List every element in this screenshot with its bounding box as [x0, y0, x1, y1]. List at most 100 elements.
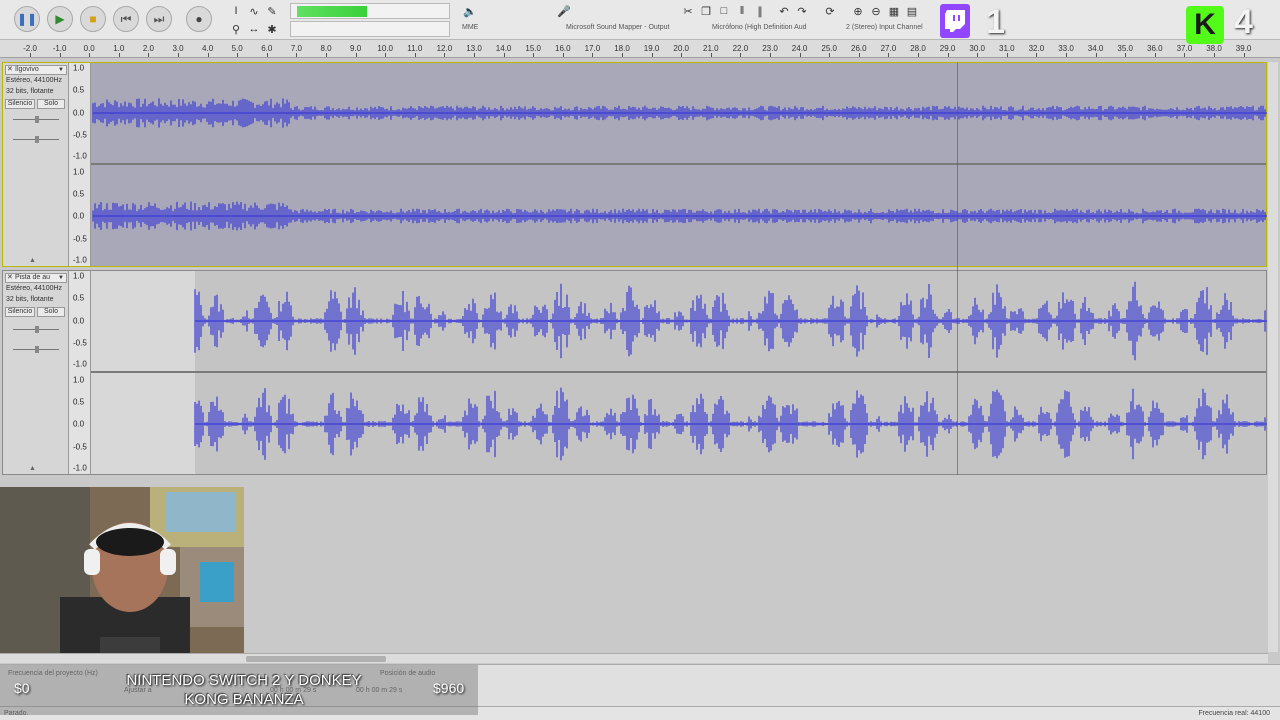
output-device-select[interactable]: Microsoft Sound Mapper - Output — [566, 24, 670, 31]
solo-button[interactable]: Solo — [37, 99, 65, 109]
ruler-tick-mark — [59, 53, 61, 57]
ruler-tick-label: 17.0 — [584, 44, 601, 53]
mic-icon: 🎤 — [557, 5, 571, 18]
timeshift-tool-icon[interactable]: ↔ — [246, 21, 262, 37]
channels-select[interactable]: 2 (Stereo) Input Channel — [846, 24, 923, 31]
ruler-tick-mark — [89, 53, 91, 57]
pan-slider[interactable] — [13, 136, 59, 143]
dropdown-arrow-icon[interactable]: ▼ — [58, 274, 64, 282]
ruler-tick-mark — [178, 53, 179, 57]
ruler-tick-label: 19.0 — [643, 44, 660, 53]
selection-tool-icon[interactable]: I — [228, 3, 244, 19]
draw-tool-icon[interactable]: ✎ — [264, 3, 280, 19]
fit-project-icon[interactable]: ▤ — [904, 3, 920, 19]
scale-label: -1.0 — [73, 463, 87, 473]
zoom-in-icon[interactable]: ⊕ — [850, 3, 866, 19]
input-device-select[interactable]: Micrófono (High Definition Aud — [712, 24, 807, 31]
ruler-tick-label: 37.0 — [1176, 44, 1193, 53]
solo-button[interactable]: Solo — [37, 307, 65, 317]
gain-knob[interactable] — [35, 326, 39, 333]
ruler-tick-mark — [296, 53, 298, 57]
record-button[interactable]: ● — [186, 6, 212, 32]
playback-meter[interactable] — [290, 21, 450, 37]
copy-icon[interactable]: ❐ — [698, 3, 714, 19]
twitch-viewer-count: 1 — [986, 3, 1005, 41]
ruler-tick-label: 18.0 — [614, 44, 630, 53]
skip-end-button[interactable]: ⏭ — [146, 6, 172, 32]
close-track-icon[interactable]: ✕ — [7, 274, 13, 282]
scroll-thumb[interactable] — [246, 656, 386, 662]
amplitude-scale: 1.0 0.5 0.0 -0.5 -1.0 1.0 0.5 0.0 -0.5 -… — [69, 271, 91, 474]
pause-button[interactable]: ❚❚ — [14, 6, 40, 32]
ruler-tick-mark — [799, 53, 801, 57]
envelope-tool-icon[interactable]: ∿ — [246, 3, 262, 19]
collapse-track-icon[interactable]: ▲ — [29, 257, 36, 264]
silence-icon[interactable]: ∥ — [752, 3, 768, 19]
scale-label: 0.5 — [73, 85, 85, 95]
ruler-tick-mark — [1184, 53, 1186, 57]
scale-label: -0.5 — [73, 338, 87, 348]
ruler-tick-mark — [355, 53, 357, 57]
sync-lock-icon[interactable]: ⟳ — [822, 3, 838, 19]
channel-divider[interactable] — [91, 371, 1266, 373]
audio-track-2[interactable]: ✕ Pista de au ▼ Estéreo, 44100Hz 32 bits… — [2, 270, 1267, 475]
channel-divider[interactable] — [91, 163, 1266, 165]
record-meter-fill — [297, 6, 367, 17]
pan-knob[interactable] — [35, 136, 39, 143]
ruler-tick-mark — [1154, 53, 1156, 57]
ruler-tick-mark — [414, 53, 416, 57]
redo-icon[interactable]: ↷ — [794, 3, 810, 19]
fit-selection-icon[interactable]: ▦ — [886, 3, 902, 19]
timeline-ruler[interactable]: -2.0 -1.0 0.0 1.0 2.0 3.0 4.0 5.0 6.0 7.0 8.0 9.0 10… — [0, 40, 1280, 58]
scale-label: 1.0 — [73, 63, 85, 73]
close-track-icon[interactable]: ✕ — [7, 66, 13, 74]
ruler-tick-mark — [266, 53, 268, 57]
gain-slider[interactable] — [13, 326, 59, 333]
zoom-out-icon[interactable]: ⊖ — [868, 3, 884, 19]
horizontal-scrollbar[interactable] — [0, 653, 1268, 663]
track-name-menu[interactable]: ✕ Pista de au ▼ — [5, 273, 67, 283]
kick-viewer-count: 4 — [1234, 3, 1253, 41]
pan-slider[interactable] — [13, 346, 59, 353]
zoom-tool-icon[interactable]: ⚲ — [228, 21, 244, 37]
ruler-tick-label: 26.0 — [851, 44, 867, 53]
cut-icon[interactable]: ✂ — [680, 3, 696, 19]
twitch-icon — [940, 4, 970, 38]
record-meter[interactable] — [290, 3, 450, 19]
waveform-area[interactable] — [91, 63, 1267, 266]
play-button[interactable]: ▶ — [47, 6, 73, 32]
ruler-tick-label: 24.0 — [791, 44, 808, 53]
stop-button[interactable]: ■ — [80, 6, 106, 32]
ruler-tick-label: 4.0 — [202, 44, 214, 53]
multi-tool-icon[interactable]: ✱ — [264, 21, 280, 37]
ruler-tick-label: 10.0 — [377, 44, 393, 53]
gain-knob[interactable] — [35, 116, 39, 123]
ruler-tick-mark — [977, 53, 979, 57]
scale-label: 0.0 — [73, 316, 85, 326]
mute-button[interactable]: Silencio — [5, 99, 35, 109]
ruler-tick-label: 23.0 — [762, 44, 778, 53]
gain-slider[interactable] — [13, 116, 59, 123]
scale-label: -1.0 — [73, 255, 87, 265]
pan-knob[interactable] — [35, 346, 39, 353]
mute-button[interactable]: Silencio — [5, 307, 35, 317]
ruler-tick-label: 25.0 — [821, 44, 837, 53]
waveform-area[interactable] — [91, 271, 1267, 474]
dropdown-arrow-icon[interactable]: ▼ — [58, 66, 64, 74]
undo-icon[interactable]: ↶ — [776, 3, 792, 19]
track-name-label: Ilgovivo — [15, 66, 39, 73]
track-format-label: Estéreo, 44100Hz — [6, 77, 63, 84]
host-select[interactable]: MME — [462, 24, 478, 31]
ruler-tick-mark — [1214, 53, 1215, 57]
skip-start-button[interactable]: ⏮ — [113, 6, 139, 32]
track-name-menu[interactable]: ✕ Ilgovivo ▼ — [5, 65, 67, 75]
ruler-tick-mark — [237, 53, 239, 57]
vertical-scrollbar[interactable] — [1268, 62, 1278, 652]
audio-track-1[interactable]: ✕ Ilgovivo ▼ Estéreo, 44100Hz 32 bits, f… — [2, 62, 1267, 267]
ruler-tick-label: 2.0 — [142, 44, 154, 53]
scale-label: 0.0 — [73, 419, 85, 429]
collapse-track-icon[interactable]: ▲ — [29, 465, 36, 472]
paste-icon[interactable]: □ — [716, 3, 732, 19]
ruler-tick-mark — [385, 53, 387, 57]
trim-icon[interactable]: ‖ — [734, 3, 750, 19]
